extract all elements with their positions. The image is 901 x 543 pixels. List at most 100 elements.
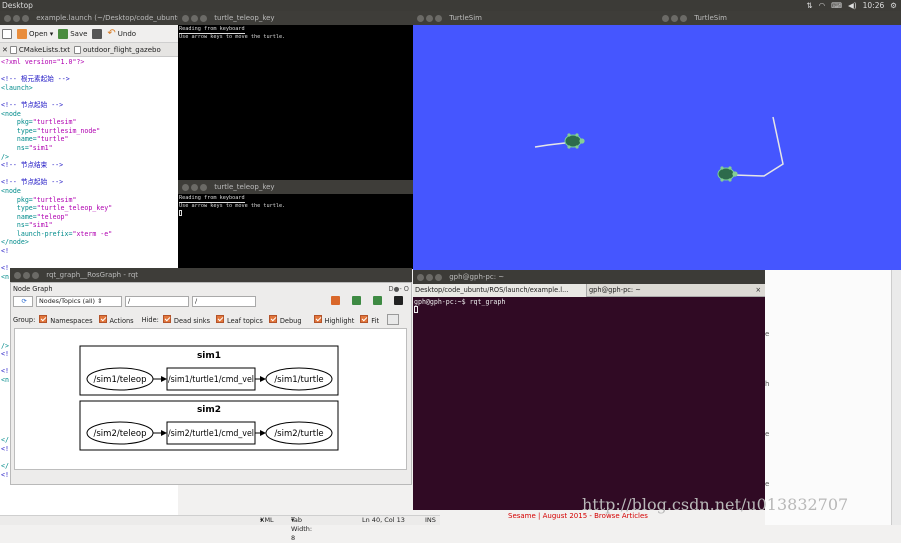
top-panel: Desktop ⇅ ◠ ⌨ ◀) 10:26 ⚙	[0, 0, 901, 11]
tab-outdoor-flight[interactable]: outdoor_flight_gazebo	[73, 43, 161, 56]
close-window-icon[interactable]	[182, 14, 189, 22]
maximize-window-icon[interactable]	[22, 14, 29, 22]
highlight-checkbox[interactable]: Highlight	[313, 314, 354, 325]
minimize-window-icon[interactable]	[13, 14, 20, 22]
refresh-button[interactable]: ⟳	[13, 296, 33, 307]
open-button[interactable]: Open ▾	[17, 28, 53, 39]
close-window-icon[interactable]	[182, 183, 189, 191]
browser-bottom-link[interactable]: Sesame | August 2015 - Browse Articles	[508, 512, 648, 520]
graph-node-label: /sim1/turtle	[274, 375, 323, 385]
terminal-title: gph@gph-pc: ~	[449, 273, 505, 281]
teleop-2-terminal[interactable]: Reading from keyboard Use arrow keys to …	[178, 194, 413, 269]
options-row: Group: Namespaces Actions Hide: Dead sin…	[13, 314, 400, 325]
language-select[interactable]: XML ▾	[260, 516, 274, 525]
browser-scrollbar[interactable]	[891, 270, 901, 525]
close-tab-icon[interactable]: ×	[755, 284, 761, 296]
minimize-window-icon[interactable]	[426, 273, 433, 281]
window-controls	[182, 183, 207, 191]
actions-checkbox[interactable]: Actions	[98, 314, 134, 325]
window-controls	[417, 273, 442, 281]
close-window-icon[interactable]	[417, 14, 424, 22]
save-svg-icon[interactable]	[373, 296, 382, 307]
code-token: type=	[1, 204, 37, 213]
close-tab-icon[interactable]: ✕	[2, 43, 8, 56]
wifi-icon[interactable]: ◠	[819, 0, 826, 11]
teleop-1-line2: Use arrow keys to move the turtle.	[179, 33, 286, 40]
maximize-window-icon[interactable]	[435, 14, 442, 22]
code-token: 节点结束	[20, 161, 48, 170]
keyboard-icon[interactable]: ⌨	[831, 0, 842, 11]
load-dot-icon[interactable]	[331, 296, 340, 307]
maximize-window-icon[interactable]	[435, 273, 442, 281]
turtlesim-2-title: TurtleSim	[694, 14, 727, 22]
close-window-icon[interactable]	[4, 14, 11, 22]
teleop-2-line2: Use arrow keys to move the turtle.	[179, 202, 286, 209]
terminal-tab-2[interactable]: gph@gph-pc: ~ ×	[587, 284, 765, 297]
namespaces-checkbox[interactable]: Namespaces	[39, 314, 93, 325]
leaf-topics-checkbox[interactable]: Leaf topics	[216, 314, 263, 325]
code-token: />	[1, 341, 9, 350]
minimize-window-icon[interactable]	[191, 14, 198, 22]
maximize-window-icon[interactable]	[200, 183, 207, 191]
maximize-window-icon[interactable]	[32, 271, 39, 279]
minimize-window-icon[interactable]	[426, 14, 433, 22]
terminal-body[interactable]: gph@gph-pc:~$ rqt_graph	[413, 297, 765, 510]
code-token: -->	[47, 100, 64, 109]
fit-view-button[interactable]	[387, 314, 400, 325]
teleop-1-terminal[interactable]: Reading from keyboard Use arrow keys to …	[178, 25, 413, 180]
minimize-window-icon[interactable]	[191, 183, 198, 191]
new-button[interactable]	[2, 28, 12, 39]
turtle-icon	[717, 166, 738, 182]
turtle-2-trail	[733, 116, 784, 177]
code-line: name="turtle"	[1, 135, 178, 144]
code-token: "turtle_teleop_key"	[36, 204, 113, 213]
topic-filter-input[interactable]: /	[192, 296, 256, 307]
panel-controls[interactable]: D●- O	[389, 285, 410, 293]
code-token: "turtlesim"	[32, 195, 77, 204]
save-button[interactable]: Save	[58, 28, 87, 39]
code-token: launch-prefix=	[1, 229, 73, 238]
debug-checkbox[interactable]: Debug	[268, 314, 302, 325]
code-line: <!	[1, 247, 178, 256]
gedit-statusbar: XML ▾ Tab Width: 8 ▾ Ln 40, Col 13 INS	[0, 515, 440, 542]
graph-type-select[interactable]: Nodes/Topics (all) ⇕	[36, 296, 122, 307]
close-window-icon[interactable]	[14, 271, 21, 279]
code-token: </node>	[1, 238, 29, 247]
close-window-icon[interactable]	[417, 273, 424, 281]
rqt-titlebar: rqt_graph__RosGraph - rqt	[10, 268, 412, 282]
dead-sinks-checkbox[interactable]: Dead sinks	[162, 314, 210, 325]
teleop-1-titlebar: turtle_teleop_key	[178, 11, 413, 25]
cursor-position: Ln 40, Col 13	[362, 516, 405, 524]
graph-canvas[interactable]: sim1 /sim1/teleop /sim1/turtle1/cmd_vel …	[14, 328, 407, 470]
code-token: pkg=	[1, 118, 33, 127]
window-controls	[4, 14, 29, 22]
code-token: "sim1"	[28, 143, 53, 152]
save-dot-icon[interactable]	[352, 296, 361, 307]
terminal-tab-1[interactable]: Desktop/code_ubuntu/ROS/launch/example.l…	[413, 284, 587, 297]
window-controls	[662, 14, 687, 22]
fit-checkbox[interactable]: Fit	[360, 314, 379, 325]
minimize-window-icon[interactable]	[23, 271, 30, 279]
tab-cmakelists[interactable]: ✕ CMakeLists.txt	[2, 43, 70, 56]
code-line: launch-prefix="xterm -e"	[1, 230, 178, 239]
save-image-icon[interactable]	[394, 296, 403, 307]
undo-button[interactable]: ↶ Undo	[107, 28, 136, 39]
maximize-window-icon[interactable]	[680, 14, 687, 22]
namespace-filter-input[interactable]: /	[125, 296, 189, 307]
gedit-toolbar: Open ▾ Save ↶ Undo	[0, 25, 178, 43]
volume-icon[interactable]: ◀)	[848, 0, 857, 11]
window-controls	[417, 14, 442, 22]
cluster-label: sim2	[197, 405, 221, 415]
code-line: <!-- 根元素起始 -->	[1, 75, 178, 84]
print-icon	[92, 28, 103, 39]
print-button[interactable]	[92, 28, 103, 39]
minimize-window-icon[interactable]	[671, 14, 678, 22]
close-window-icon[interactable]	[662, 14, 669, 22]
sync-icon[interactable]: ⇅	[806, 0, 812, 11]
tab-width-select[interactable]: Tab Width: 8 ▾	[291, 516, 312, 542]
hide-label: Hide:	[141, 315, 159, 324]
clock[interactable]: 10:26	[863, 0, 885, 11]
code-token: name=	[1, 135, 37, 144]
maximize-window-icon[interactable]	[200, 14, 207, 22]
settings-icon[interactable]: ⚙	[890, 0, 897, 11]
